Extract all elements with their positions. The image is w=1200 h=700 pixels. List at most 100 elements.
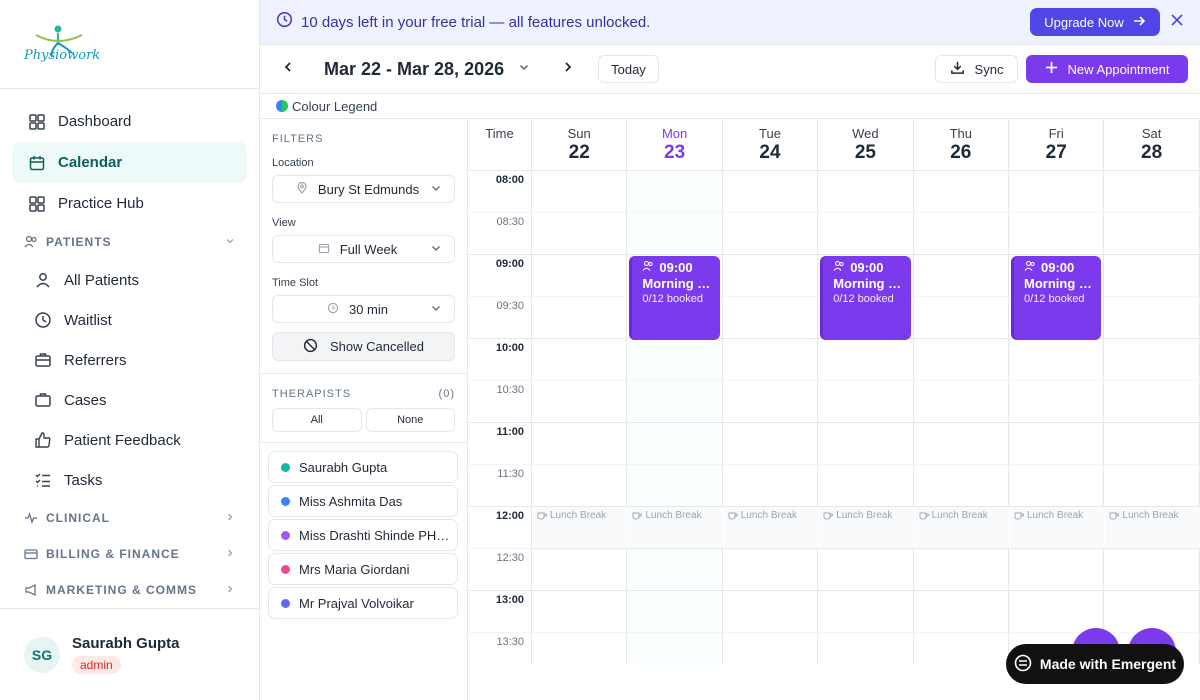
sync-button[interactable]: Sync <box>935 55 1018 83</box>
appointment-event[interactable]: 09:00Morning Pi… 0/12 booked <box>1011 256 1102 340</box>
day-header[interactable]: Fri 27 <box>1009 119 1105 171</box>
cup-icon <box>1109 510 1120 523</box>
event-booked: 0/12 booked <box>642 293 703 305</box>
day-date: 25 <box>854 142 876 163</box>
day-header[interactable]: Tue 24 <box>723 119 819 171</box>
color-dot <box>281 598 290 608</box>
new-appointment-button[interactable]: New Appointment <box>1026 55 1188 83</box>
time-label: 12:30 <box>496 552 524 564</box>
cup-icon <box>728 510 738 523</box>
show-cancelled-label: Show Cancelled <box>330 339 424 354</box>
location-label: Location <box>272 157 314 169</box>
lunch-break: Lunch Break <box>1010 507 1105 549</box>
today-button[interactable]: Today <box>598 55 659 83</box>
event-title: Morning Pi… <box>1024 276 1095 291</box>
chevron-right-icon <box>225 583 235 597</box>
prev-week-button[interactable] <box>274 55 302 83</box>
thumbs-up-icon <box>34 431 52 449</box>
nav-referrers[interactable]: Referrers <box>12 340 247 380</box>
day-name: Thu <box>949 126 972 141</box>
nav-patient-feedback[interactable]: Patient Feedback <box>12 420 247 460</box>
section-label: CLINICAL <box>46 511 110 525</box>
upgrade-label: Upgrade Now <box>1044 14 1124 30</box>
therapist-item[interactable]: Miss Drashti Shinde PH… <box>268 519 458 551</box>
user-name: Saurabh Gupta <box>72 635 180 652</box>
user-profile[interactable]: SG Saurabh Gupta admin <box>0 608 259 700</box>
time-label: 08:30 <box>496 216 524 228</box>
colour-legend[interactable]: Colour Legend <box>260 94 1200 119</box>
legend-label: Colour Legend <box>292 98 378 114</box>
day-name: Fri <box>1048 126 1064 141</box>
therapists-title: THERAPISTS <box>272 388 352 400</box>
credit-card-icon <box>24 547 38 561</box>
appointment-event[interactable]: 09:00Morning Pi… 0/12 booked <box>820 256 911 340</box>
therapist-item[interactable]: Saurabh Gupta <box>268 451 458 483</box>
lunch-break: Lunch Break <box>723 507 819 549</box>
timeslot-select[interactable]: 30 min <box>272 295 455 323</box>
select-all-button[interactable]: All <box>272 408 362 432</box>
lunch-break: Lunch Break <box>533 507 628 549</box>
time-label: 11:30 <box>497 468 524 480</box>
event-title: Morning Pi… <box>642 276 713 291</box>
made-with-emergent-badge[interactable]: Made with Emergent <box>1006 644 1184 684</box>
appointment-event[interactable]: 09:00Morning Pi… 0/12 booked <box>629 256 720 340</box>
emergent-logo-icon <box>1014 654 1032 675</box>
megaphone-icon <box>24 583 38 597</box>
lunch-break: Lunch Break <box>819 507 914 549</box>
time-slot-row <box>468 423 1200 465</box>
nav-label: Referrers <box>64 351 127 369</box>
section-billing[interactable]: BILLING & FINANCE <box>12 536 247 572</box>
calendar-icon <box>28 154 46 172</box>
timeslot-value: 30 min <box>348 301 389 317</box>
time-label: 09:30 <box>496 300 524 312</box>
nav-all-patients[interactable]: All Patients <box>12 260 247 300</box>
dashboard-icon <box>28 113 46 131</box>
nav-practice-hub[interactable]: Practice Hub <box>12 183 247 224</box>
day-date: 24 <box>759 142 781 163</box>
day-header[interactable]: Wed 25 <box>818 119 914 171</box>
time-slot-row <box>468 171 1200 213</box>
therapist-item[interactable]: Mrs Maria Giordani <box>268 553 458 585</box>
upgrade-button[interactable]: Upgrade Now <box>1030 8 1160 36</box>
day-header[interactable]: Sun 22 <box>532 119 628 171</box>
day-header[interactable]: Sat 28 <box>1104 119 1200 171</box>
select-none-button[interactable]: None <box>365 408 455 432</box>
emergent-label: Made with Emergent <box>1039 656 1177 672</box>
clock-icon <box>34 311 52 329</box>
nav-dashboard[interactable]: Dashboard <box>12 101 247 142</box>
date-range-dropdown[interactable] <box>510 55 538 83</box>
view-select[interactable]: Full Week <box>272 235 455 263</box>
therapist-name: Saurabh Gupta <box>299 459 388 475</box>
chevron-right-icon <box>225 547 235 561</box>
time-header: Time <box>468 119 532 171</box>
chevron-right-icon <box>225 511 235 525</box>
section-patients[interactable]: PATIENTS <box>12 224 247 260</box>
section-clinical[interactable]: CLINICAL <box>12 500 247 536</box>
time-slot-row <box>468 465 1200 507</box>
lunch-break: Lunch Break <box>628 507 723 549</box>
therapist-item[interactable]: Mr Prajval Volvoikar <box>268 587 458 619</box>
nav-calendar[interactable]: Calendar <box>12 142 247 183</box>
therapist-item[interactable]: Miss Ashmita Das <box>268 485 458 517</box>
new-appointment-label: New Appointment <box>1067 61 1170 77</box>
location-select[interactable]: Bury St Edmunds <box>272 175 455 203</box>
therapist-name: Miss Drashti Shinde PH… <box>299 527 450 543</box>
time-label: 08:00 <box>495 174 524 186</box>
view-value: Full Week <box>339 241 398 257</box>
day-header[interactable]: Thu 26 <box>914 119 1009 171</box>
show-cancelled-button[interactable]: Show Cancelled <box>272 332 455 361</box>
section-marketing[interactable]: MARKETING & COMMS <box>12 572 247 608</box>
nav-label: Calendar <box>58 154 123 171</box>
day-date: 28 <box>1141 142 1163 163</box>
next-week-button[interactable] <box>554 55 582 83</box>
day-header[interactable]: Mon 23 <box>627 119 723 171</box>
nav-cases[interactable]: Cases <box>12 380 247 420</box>
lunch-break: Lunch Break <box>914 507 1009 549</box>
close-icon[interactable] <box>1168 13 1186 31</box>
nav-waitlist[interactable]: Waitlist <box>12 300 247 340</box>
ban-icon <box>303 338 318 356</box>
section-label: BILLING & FINANCE <box>46 547 180 561</box>
nav-tasks[interactable]: Tasks <box>12 460 247 500</box>
therapist-name: Mrs Maria Giordani <box>299 561 410 577</box>
logo[interactable]: Physiowork <box>0 0 259 89</box>
